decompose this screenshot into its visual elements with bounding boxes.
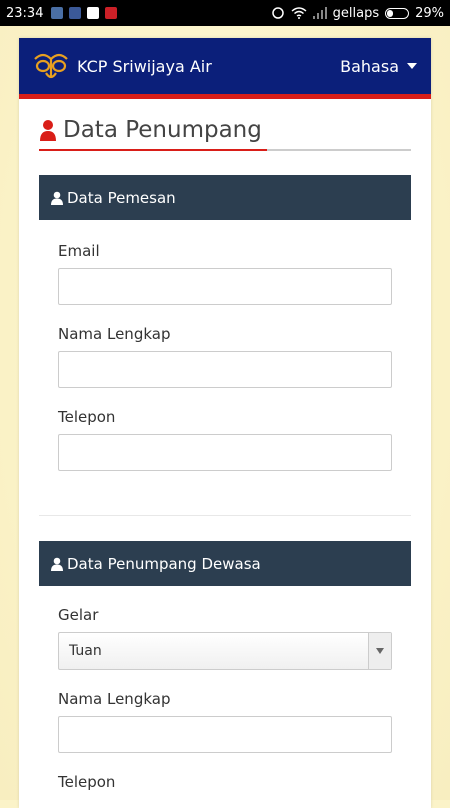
nama-lengkap-label: Nama Lengkap [58,690,171,708]
select-arrow-box[interactable] [368,633,391,669]
white-square-icon [87,7,100,19]
status-bar: 23:34 gellaps 29% [0,0,450,26]
nama-lengkap-field[interactable] [58,716,392,753]
gelar-select[interactable]: Tuan [58,632,392,670]
sriwijaya-logo-icon[interactable] [31,49,71,83]
pinterest-icon [105,7,118,19]
gelar-selected-value: Tuan [69,643,102,659]
page-title: Data Penumpang [39,117,411,151]
page-title-text: Data Penumpang [63,117,262,143]
gelar-label: Gelar [58,606,99,624]
title-underline [39,149,267,151]
brand-name[interactable]: KCP Sriwijaya Air [77,57,212,76]
battery-icon [385,7,410,19]
user-icon [40,120,56,141]
nama-lengkap-label: Nama Lengkap [58,325,171,343]
bbm-icon [69,7,82,19]
status-time: 23:34 [6,5,44,21]
language-dropdown[interactable]: Bahasa [340,57,417,76]
wifi-icon [291,7,307,19]
telepon-field[interactable] [58,434,392,471]
telepon-label: Telepon [58,773,116,791]
caret-down-icon [407,63,417,69]
user-icon [51,191,63,205]
user-icon [51,557,63,571]
email-field[interactable] [58,268,392,305]
battery-percent: 29% [415,5,444,21]
main-card: KCP Sriwijaya Air Bahasa Data Penumpang … [19,38,431,808]
sync-icon [271,7,284,19]
section-title: Data Pemesan [67,188,176,207]
language-label: Bahasa [340,56,399,76]
gallery-icon [51,7,64,19]
signal-icon [312,7,327,19]
section-header-pemesan: Data Pemesan [39,175,411,220]
email-label: Email [58,242,100,260]
section-header-dewasa: Data Penumpang Dewasa [39,541,411,586]
navbar: KCP Sriwijaya Air Bahasa [19,38,431,99]
nama-lengkap-field[interactable] [58,351,392,388]
telepon-label: Telepon [58,408,116,426]
chevron-down-icon [376,648,384,654]
section-title: Data Penumpang Dewasa [67,554,261,573]
carrier-name: gellaps [332,5,380,21]
